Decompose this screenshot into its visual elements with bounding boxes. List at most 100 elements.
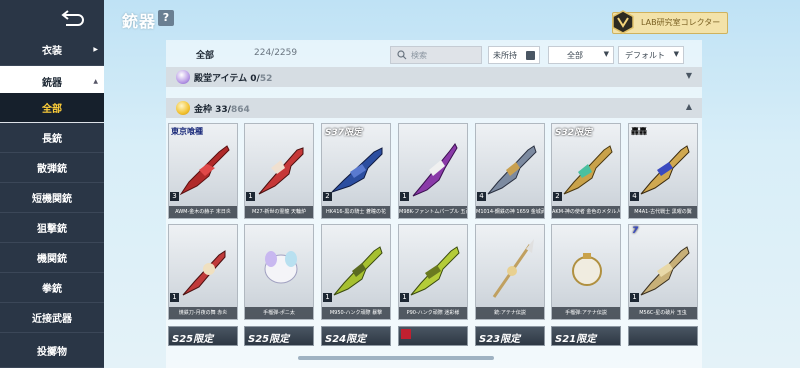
weapon-card[interactable]: S21限定 <box>551 326 621 346</box>
chevron-down-icon: ▼ <box>603 50 609 58</box>
star-count: 1 <box>400 192 409 201</box>
sidebar-item-machinegun[interactable]: 機関銃 <box>0 243 104 273</box>
sidebar-item-throwable[interactable]: 投擲物 <box>0 333 104 368</box>
card-name: M950-ハンク頑際 暴撃 <box>322 307 390 319</box>
sidebar-item-smg[interactable]: 短機関銃 <box>0 183 104 213</box>
sidebar-item-costume[interactable]: 衣装 ▶ <box>0 34 104 66</box>
weapon-card[interactable]: 1 M27-新世の霊龍 天輪炉 <box>244 123 314 219</box>
section-hall-of-fame[interactable]: 殿堂アイテム 0/52 ▼ <box>166 67 702 87</box>
collector-badge[interactable]: LAB研究室コレクター <box>612 10 728 34</box>
weapon-card[interactable] <box>628 326 698 346</box>
star-count: 4 <box>477 192 486 201</box>
star-count: 3 <box>170 192 179 201</box>
weapon-card[interactable]: 1 P90-ハンク頑際 迷彩様 <box>398 224 468 320</box>
rifle-icon <box>563 145 613 195</box>
unowned-label: 未所持 <box>493 51 517 60</box>
sidebar-item-rifle[interactable]: 長銃 <box>0 123 104 153</box>
card-name: M4A1-古代戦士 黒曜の翼 <box>629 206 697 218</box>
sidebar-item-label: 銃器 <box>42 78 62 89</box>
weapon-card[interactable]: 7 1 M56C-星の破片 玉虫 <box>628 224 698 320</box>
card-name: 銃:アテナ伝説 <box>476 307 544 319</box>
sidebar-item-label: 機関銃 <box>37 254 67 265</box>
back-button[interactable] <box>0 0 104 34</box>
collab-logo-icon <box>401 329 411 339</box>
search-input[interactable]: 検索 <box>390 46 482 64</box>
sidebar-item-shotgun[interactable]: 散弾銃 <box>0 153 104 183</box>
shotgun-icon <box>487 145 537 195</box>
sidebar-item-label: 近接武器 <box>32 314 72 325</box>
checkbox-icon <box>526 51 535 60</box>
category-selected: 全部 <box>567 51 583 60</box>
weapon-card[interactable]: 轟轟 4 M4A1-古代戦士 黒曜の翼 <box>628 123 698 219</box>
weapon-card[interactable]: 東京喰種 3 AWM-金木の赫子 末日炎 <box>168 123 238 219</box>
card-tag: 轟轟 <box>631 127 647 136</box>
chevron-down-icon: ▼ <box>685 71 692 80</box>
weapon-card[interactable]: 1 焼鉄刀-月夜の舞 赤炎 <box>168 224 238 320</box>
card-tag: S32限定 <box>555 128 593 138</box>
weapon-card[interactable]: 1 M98K-ファントムパープル 五百年 <box>398 123 468 219</box>
sidebar-item-label: 短機関銃 <box>32 194 72 205</box>
section-gold-frame[interactable]: 金枠 33/864 ▲ <box>166 98 702 118</box>
star-count: 1 <box>400 293 409 302</box>
weapon-card[interactable]: S37限定 2 HK416-黒の騎士 蒼瞳の花 <box>321 123 391 219</box>
sidebar-item-label: 拳銃 <box>42 284 62 295</box>
sidebar-item-sniper[interactable]: 狙撃銃 <box>0 213 104 243</box>
badge-label: LAB研究室コレクター <box>641 18 721 27</box>
filter-all-label: 全部 <box>196 51 215 61</box>
weapon-card[interactable]: S24限定 <box>321 326 391 346</box>
sidebar-item-label: 散弾銃 <box>37 164 67 175</box>
card-tag: S25限定 <box>172 334 214 345</box>
back-arrow-icon <box>61 10 84 26</box>
sidebar-item-label: 全部 <box>42 104 62 115</box>
category-dropdown[interactable]: 全部 ▼ <box>548 46 614 64</box>
help-button[interactable]: ? <box>158 10 174 26</box>
sort-dropdown[interactable]: デフォルト ▼ <box>618 46 684 64</box>
weapon-card[interactable]: 手榴弾-ポニ太 <box>244 224 314 320</box>
unowned-toggle[interactable]: 未所持 <box>488 46 540 64</box>
sidebar-item-pistol[interactable]: 拳銃 <box>0 273 104 303</box>
card-name: 手榴弾:アテナ伝説 <box>552 307 620 319</box>
chevron-up-icon: ▲ <box>685 102 692 111</box>
star-count: 1 <box>323 293 332 302</box>
sort-selected: デフォルト <box>625 51 665 60</box>
weapon-card[interactable]: S25限定 <box>168 326 238 346</box>
card-tag: S24限定 <box>325 334 367 345</box>
card-tag: S37限定 <box>325 128 363 138</box>
card-name: AWM-金木の赫子 末日炎 <box>169 206 237 218</box>
card-tag: 東京喰種 <box>171 127 203 136</box>
sidebar-item-label: 投擲物 <box>37 346 67 358</box>
home-indicator[interactable] <box>298 356 494 360</box>
weapon-card[interactable] <box>398 326 468 346</box>
chevron-right-icon: ▶ <box>93 46 98 53</box>
section-owned: 33/ <box>215 105 231 115</box>
weapon-card[interactable]: S25限定 <box>244 326 314 346</box>
weapon-card[interactable]: 1 M950-ハンク頑際 暴撃 <box>321 224 391 320</box>
sidebar-item-label: 長銃 <box>42 134 62 145</box>
smg-icon <box>410 246 460 296</box>
filter-bar: 全部 224/2259 検索 未所持 全部 ▼ デフォルト ▼ <box>166 44 702 66</box>
star-count: 2 <box>553 192 562 201</box>
section-title: 殿堂アイテム 0/52 <box>194 71 272 84</box>
star-count: 2 <box>323 192 332 201</box>
rifle-icon <box>331 147 383 193</box>
chevron-up-icon: ▲ <box>93 78 98 85</box>
section-total: 864 <box>230 105 250 115</box>
weapon-card[interactable]: S23限定 <box>475 326 545 346</box>
weapon-card[interactable]: 4 M1014-鋼鉄の神 1659 金城武具 <box>475 123 545 219</box>
page-title: 銃器 <box>122 12 157 31</box>
weapon-card[interactable]: S32限定 2 AKM-神の使者 金色のメタル人 <box>551 123 621 219</box>
card-name: AKM-神の使者 金色のメタル人 <box>552 206 620 218</box>
card-name: M1014-鋼鉄の神 1659 金城武具 <box>476 206 544 218</box>
sniper-rifle-icon <box>412 143 458 197</box>
star-count: 1 <box>246 192 255 201</box>
card-tag: S21限定 <box>555 334 597 345</box>
sidebar-item-all[interactable]: 全部 <box>0 93 104 123</box>
sidebar-item-melee[interactable]: 近接武器 <box>0 303 104 333</box>
section-name: 殿堂アイテム <box>194 74 248 84</box>
weapon-card[interactable]: 手榴弾:アテナ伝説 <box>551 224 621 320</box>
card-name: 手榴弾-ポニ太 <box>245 307 313 319</box>
melee-blade-icon <box>182 250 226 296</box>
card-tag: S25限定 <box>248 334 290 345</box>
weapon-card[interactable]: 銃:アテナ伝説 <box>475 224 545 320</box>
section-name: 金枠 <box>194 105 213 115</box>
